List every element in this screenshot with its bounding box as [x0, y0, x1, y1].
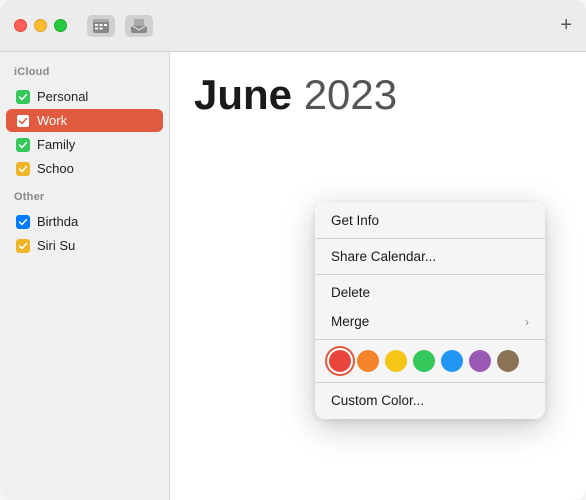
calendar-grid-icon[interactable]: [87, 15, 115, 37]
personal-label: Personal: [37, 89, 88, 104]
sidebar-item-birthdays[interactable]: Birthda: [6, 210, 163, 233]
merge-label: Merge: [331, 314, 369, 329]
traffic-lights: [14, 19, 67, 32]
close-button[interactable]: [14, 19, 27, 32]
minimize-button[interactable]: [34, 19, 47, 32]
menu-separator-3: [315, 339, 545, 340]
content-area: June 2023 Get Info Share Calendar... Del…: [170, 52, 586, 500]
menu-separator-1: [315, 238, 545, 239]
school-checkbox[interactable]: [16, 162, 30, 176]
work-checkbox[interactable]: [16, 114, 30, 128]
birthdays-label: Birthda: [37, 214, 78, 229]
chevron-right-icon: ›: [525, 315, 529, 329]
family-label: Family: [37, 137, 75, 152]
siri-checkbox[interactable]: [16, 239, 30, 253]
year-label: 2023: [304, 71, 397, 118]
sidebar-item-siri[interactable]: Siri Su: [6, 234, 163, 257]
color-swatch-yellow[interactable]: [385, 350, 407, 372]
get-info-menu-item[interactable]: Get Info: [315, 206, 545, 235]
icloud-section-title: iCloud: [0, 66, 169, 84]
color-swatch-green[interactable]: [413, 350, 435, 372]
birthdays-checkbox[interactable]: [16, 215, 30, 229]
sidebar-item-work[interactable]: Work: [6, 109, 163, 132]
custom-color-menu-item[interactable]: Custom Color...: [315, 386, 545, 415]
main-layout: iCloud Personal Work Family: [0, 52, 586, 500]
inbox-icon[interactable]: [125, 15, 153, 37]
context-menu: Get Info Share Calendar... Delete Merge …: [315, 202, 545, 419]
color-swatch-purple[interactable]: [469, 350, 491, 372]
menu-separator-4: [315, 382, 545, 383]
other-section-title: Other: [0, 191, 169, 209]
color-swatch-orange[interactable]: [357, 350, 379, 372]
sidebar: iCloud Personal Work Family: [0, 52, 170, 500]
color-swatch-brown[interactable]: [497, 350, 519, 372]
titlebar-icons: [87, 15, 153, 37]
work-label: Work: [37, 113, 67, 128]
color-swatch-red[interactable]: [329, 350, 351, 372]
sidebar-divider: [0, 181, 169, 191]
titlebar: +: [0, 0, 586, 52]
delete-menu-item[interactable]: Delete: [315, 278, 545, 307]
sidebar-item-personal[interactable]: Personal: [6, 85, 163, 108]
add-button[interactable]: +: [560, 14, 572, 37]
color-swatch-blue[interactable]: [441, 350, 463, 372]
color-swatches-row: [315, 343, 545, 379]
month-title: June 2023: [194, 72, 562, 118]
maximize-button[interactable]: [54, 19, 67, 32]
menu-separator-2: [315, 274, 545, 275]
app-window: + iCloud Personal Work: [0, 0, 586, 500]
sidebar-item-school[interactable]: Schoo: [6, 157, 163, 180]
month-name: June: [194, 71, 292, 118]
personal-checkbox[interactable]: [16, 90, 30, 104]
siri-label: Siri Su: [37, 238, 75, 253]
share-calendar-menu-item[interactable]: Share Calendar...: [315, 242, 545, 271]
merge-menu-item[interactable]: Merge ›: [315, 307, 545, 336]
school-label: Schoo: [37, 161, 74, 176]
family-checkbox[interactable]: [16, 138, 30, 152]
sidebar-item-family[interactable]: Family: [6, 133, 163, 156]
